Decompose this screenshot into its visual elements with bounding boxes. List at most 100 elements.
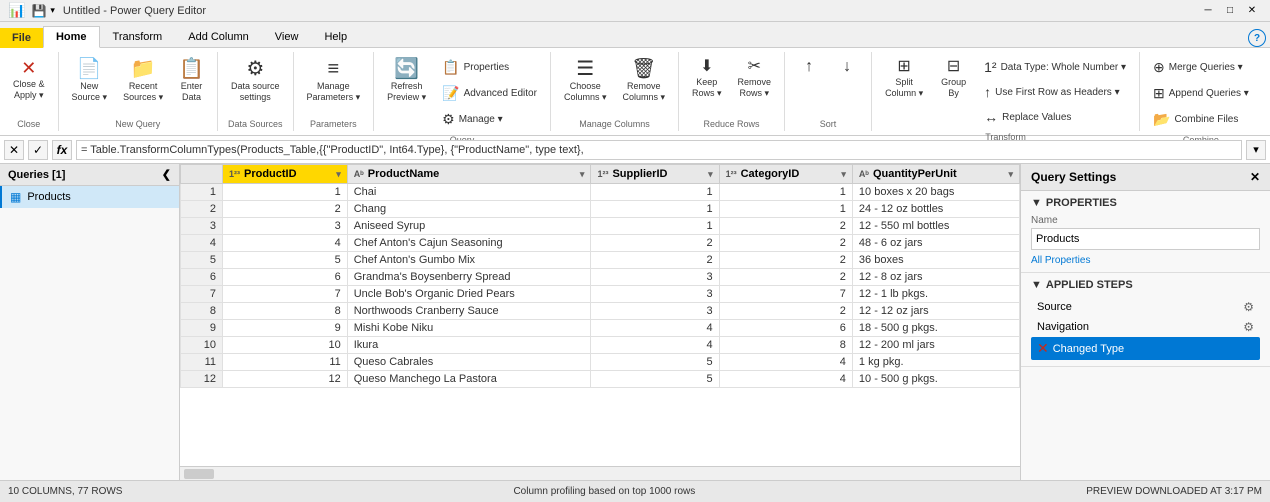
new-source-button[interactable]: 📄 NewSource ▾ [65, 54, 115, 108]
table-row: 10 10 Ikura 4 8 12 - 200 ml jars [181, 337, 1020, 354]
formula-expand-button[interactable]: ▾ [1246, 140, 1266, 160]
productid-filter-btn[interactable]: ▾ [336, 169, 341, 180]
cell-supplierid: 3 [591, 286, 719, 303]
qs-step-changed-type-delete[interactable]: ✕ [1037, 340, 1049, 357]
tab-help[interactable]: Help [311, 26, 360, 48]
cell-productname: Aniseed Syrup [347, 218, 591, 235]
quantityperunit-filter-btn[interactable]: ▾ [1008, 169, 1013, 180]
qs-step-source[interactable]: Source ⚙ [1031, 297, 1260, 317]
queries-panel-collapse[interactable]: ❮ [162, 168, 171, 181]
qs-properties-collapse-icon[interactable]: ▼ [1031, 197, 1042, 209]
manage-parameters-icon: ≡ [327, 59, 339, 79]
remove-rows-button[interactable]: ✂ RemoveRows ▾ [731, 54, 779, 104]
col-header-supplierid[interactable]: 1²³ SupplierID ▾ [591, 165, 719, 184]
col-header-categoryid[interactable]: 1²³ CategoryID ▾ [719, 165, 852, 184]
replace-values-label: Replace Values [1002, 112, 1071, 123]
merge-queries-button[interactable]: ⊕ Merge Queries ▾ [1146, 56, 1256, 79]
cell-productid: 12 [223, 371, 348, 388]
qs-step-navigation-name: Navigation [1037, 321, 1089, 333]
status-columns-rows: 10 COLUMNS, 77 ROWS [8, 486, 122, 497]
window-title: Untitled - Power Query Editor [63, 5, 1198, 17]
cell-supplierid: 1 [591, 218, 719, 235]
col-header-productname[interactable]: Aᵇ ProductName ▾ [347, 165, 591, 184]
use-first-row-button[interactable]: ↑ Use First Row as Headers ▾ [977, 81, 1133, 103]
quick-access-save[interactable]: 💾 [31, 4, 46, 18]
append-queries-button[interactable]: ⊞ Append Queries ▾ [1146, 82, 1256, 105]
row-num-cell: 10 [181, 337, 223, 354]
cell-productid: 9 [223, 320, 348, 337]
supplierid-filter-btn[interactable]: ▾ [708, 169, 713, 180]
qs-step-changed-type[interactable]: ✕ Changed Type [1031, 337, 1260, 360]
cell-productname: Chef Anton's Gumbo Mix [347, 252, 591, 269]
qs-name-label: Name [1031, 215, 1260, 226]
h-scrollbar-thumb[interactable] [184, 469, 214, 479]
remove-columns-button[interactable]: 🗑 RemoveColumns ▾ [615, 54, 672, 108]
cell-supplierid: 4 [591, 337, 719, 354]
data-grid-wrapper[interactable]: 1²³ ProductID ▾ Aᵇ ProductName ▾ [180, 164, 1020, 466]
cell-productname: Northwoods Cranberry Sauce [347, 303, 591, 320]
productname-filter-btn[interactable]: ▾ [580, 169, 585, 180]
tab-view[interactable]: View [262, 26, 312, 48]
formula-input[interactable] [76, 140, 1242, 160]
formula-cancel-button[interactable]: ✕ [4, 140, 24, 160]
group-by-button[interactable]: ⊟ GroupBy [934, 54, 973, 104]
query-item-products[interactable]: ▦ Products [0, 186, 179, 208]
tab-home[interactable]: Home [43, 26, 100, 48]
categoryid-filter-btn[interactable]: ▾ [841, 169, 846, 180]
refresh-preview-button[interactable]: 🔄 RefreshPreview ▾ [380, 54, 433, 108]
cell-productname: Queso Cabrales [347, 354, 591, 371]
sort-ascending-button[interactable]: ↑ [791, 54, 827, 82]
cell-quantityperunit: 12 - 550 ml bottles [852, 218, 1019, 235]
qs-close-button[interactable]: ✕ [1250, 170, 1260, 184]
formula-apply-button[interactable]: ✓ [28, 140, 48, 160]
sort-buttons: ↑ ↓ [791, 54, 865, 117]
qs-step-navigation-gear[interactable]: ⚙ [1243, 320, 1254, 334]
choose-columns-button[interactable]: ☰ ChooseColumns ▾ [557, 54, 614, 108]
sort-descending-button[interactable]: ↓ [829, 54, 865, 82]
data-type-button[interactable]: 1² Data Type: Whole Number ▾ [977, 56, 1133, 78]
tab-file[interactable]: File [0, 28, 43, 48]
enter-data-button[interactable]: 📋 EnterData [172, 54, 211, 108]
recent-sources-button[interactable]: 📁 RecentSources ▾ [116, 54, 170, 108]
qs-step-source-gear[interactable]: ⚙ [1243, 300, 1254, 314]
queries-panel-title: Queries [1] [8, 169, 65, 181]
split-column-button[interactable]: ⊞ SplitColumn ▾ [878, 54, 930, 104]
properties-label: Properties [464, 62, 510, 73]
properties-button[interactable]: 📋 Properties [435, 56, 544, 79]
close-apply-button[interactable]: ✕ Close &Apply ▾ [6, 54, 52, 106]
keep-rows-button[interactable]: ⬇ KeepRows ▾ [685, 54, 729, 104]
maximize-button[interactable]: □ [1220, 3, 1240, 19]
help-icon[interactable]: ? [1248, 29, 1266, 47]
ribbon-group-close: ✕ Close &Apply ▾ Close [0, 52, 59, 131]
qs-header: Query Settings ✕ [1021, 164, 1270, 191]
new-query-group-label: New Query [115, 117, 160, 129]
close-group-label: Close [17, 117, 40, 129]
close-window-button[interactable]: ✕ [1242, 3, 1262, 19]
tab-add-column[interactable]: Add Column [175, 26, 262, 48]
formula-fx-button[interactable]: fx [52, 140, 72, 160]
cell-productid: 3 [223, 218, 348, 235]
qs-steps-collapse-icon[interactable]: ▼ [1031, 279, 1042, 291]
manage-parameters-button[interactable]: ≡ ManageParameters ▾ [300, 54, 368, 108]
manage-button[interactable]: ⚙ Manage ▾ [435, 108, 544, 131]
col-header-quantityperunit[interactable]: Aᵇ QuantityPerUnit ▾ [852, 165, 1019, 184]
data-type-icon: 1² [984, 59, 996, 75]
sort-group-label: Sort [820, 117, 837, 129]
combine-files-button[interactable]: 📂 Combine Files [1146, 108, 1256, 131]
data-source-settings-label: Data sourcesettings [231, 81, 280, 103]
cell-categoryid: 1 [719, 184, 852, 201]
tab-transform[interactable]: Transform [100, 26, 176, 48]
advanced-editor-button[interactable]: 📝 Advanced Editor [435, 82, 544, 105]
qs-step-navigation[interactable]: Navigation ⚙ [1031, 317, 1260, 337]
query-buttons: 🔄 RefreshPreview ▾ 📋 Properties 📝 Advanc… [380, 54, 544, 133]
cell-categoryid: 2 [719, 235, 852, 252]
quick-access-dropdown[interactable]: ▾ [50, 5, 55, 16]
minimize-button[interactable]: ─ [1198, 3, 1218, 19]
col-header-productid[interactable]: 1²³ ProductID ▾ [223, 165, 348, 184]
data-source-settings-button[interactable]: ⚙ Data sourcesettings [224, 54, 287, 108]
title-bar: 📊 💾 ▾ Untitled - Power Query Editor ─ □ … [0, 0, 1270, 22]
qs-all-properties-link[interactable]: All Properties [1031, 255, 1090, 266]
remove-columns-label: RemoveColumns ▾ [622, 81, 665, 103]
replace-values-button[interactable]: ↔ Replace Values [977, 106, 1133, 128]
qs-name-input[interactable] [1031, 228, 1260, 250]
